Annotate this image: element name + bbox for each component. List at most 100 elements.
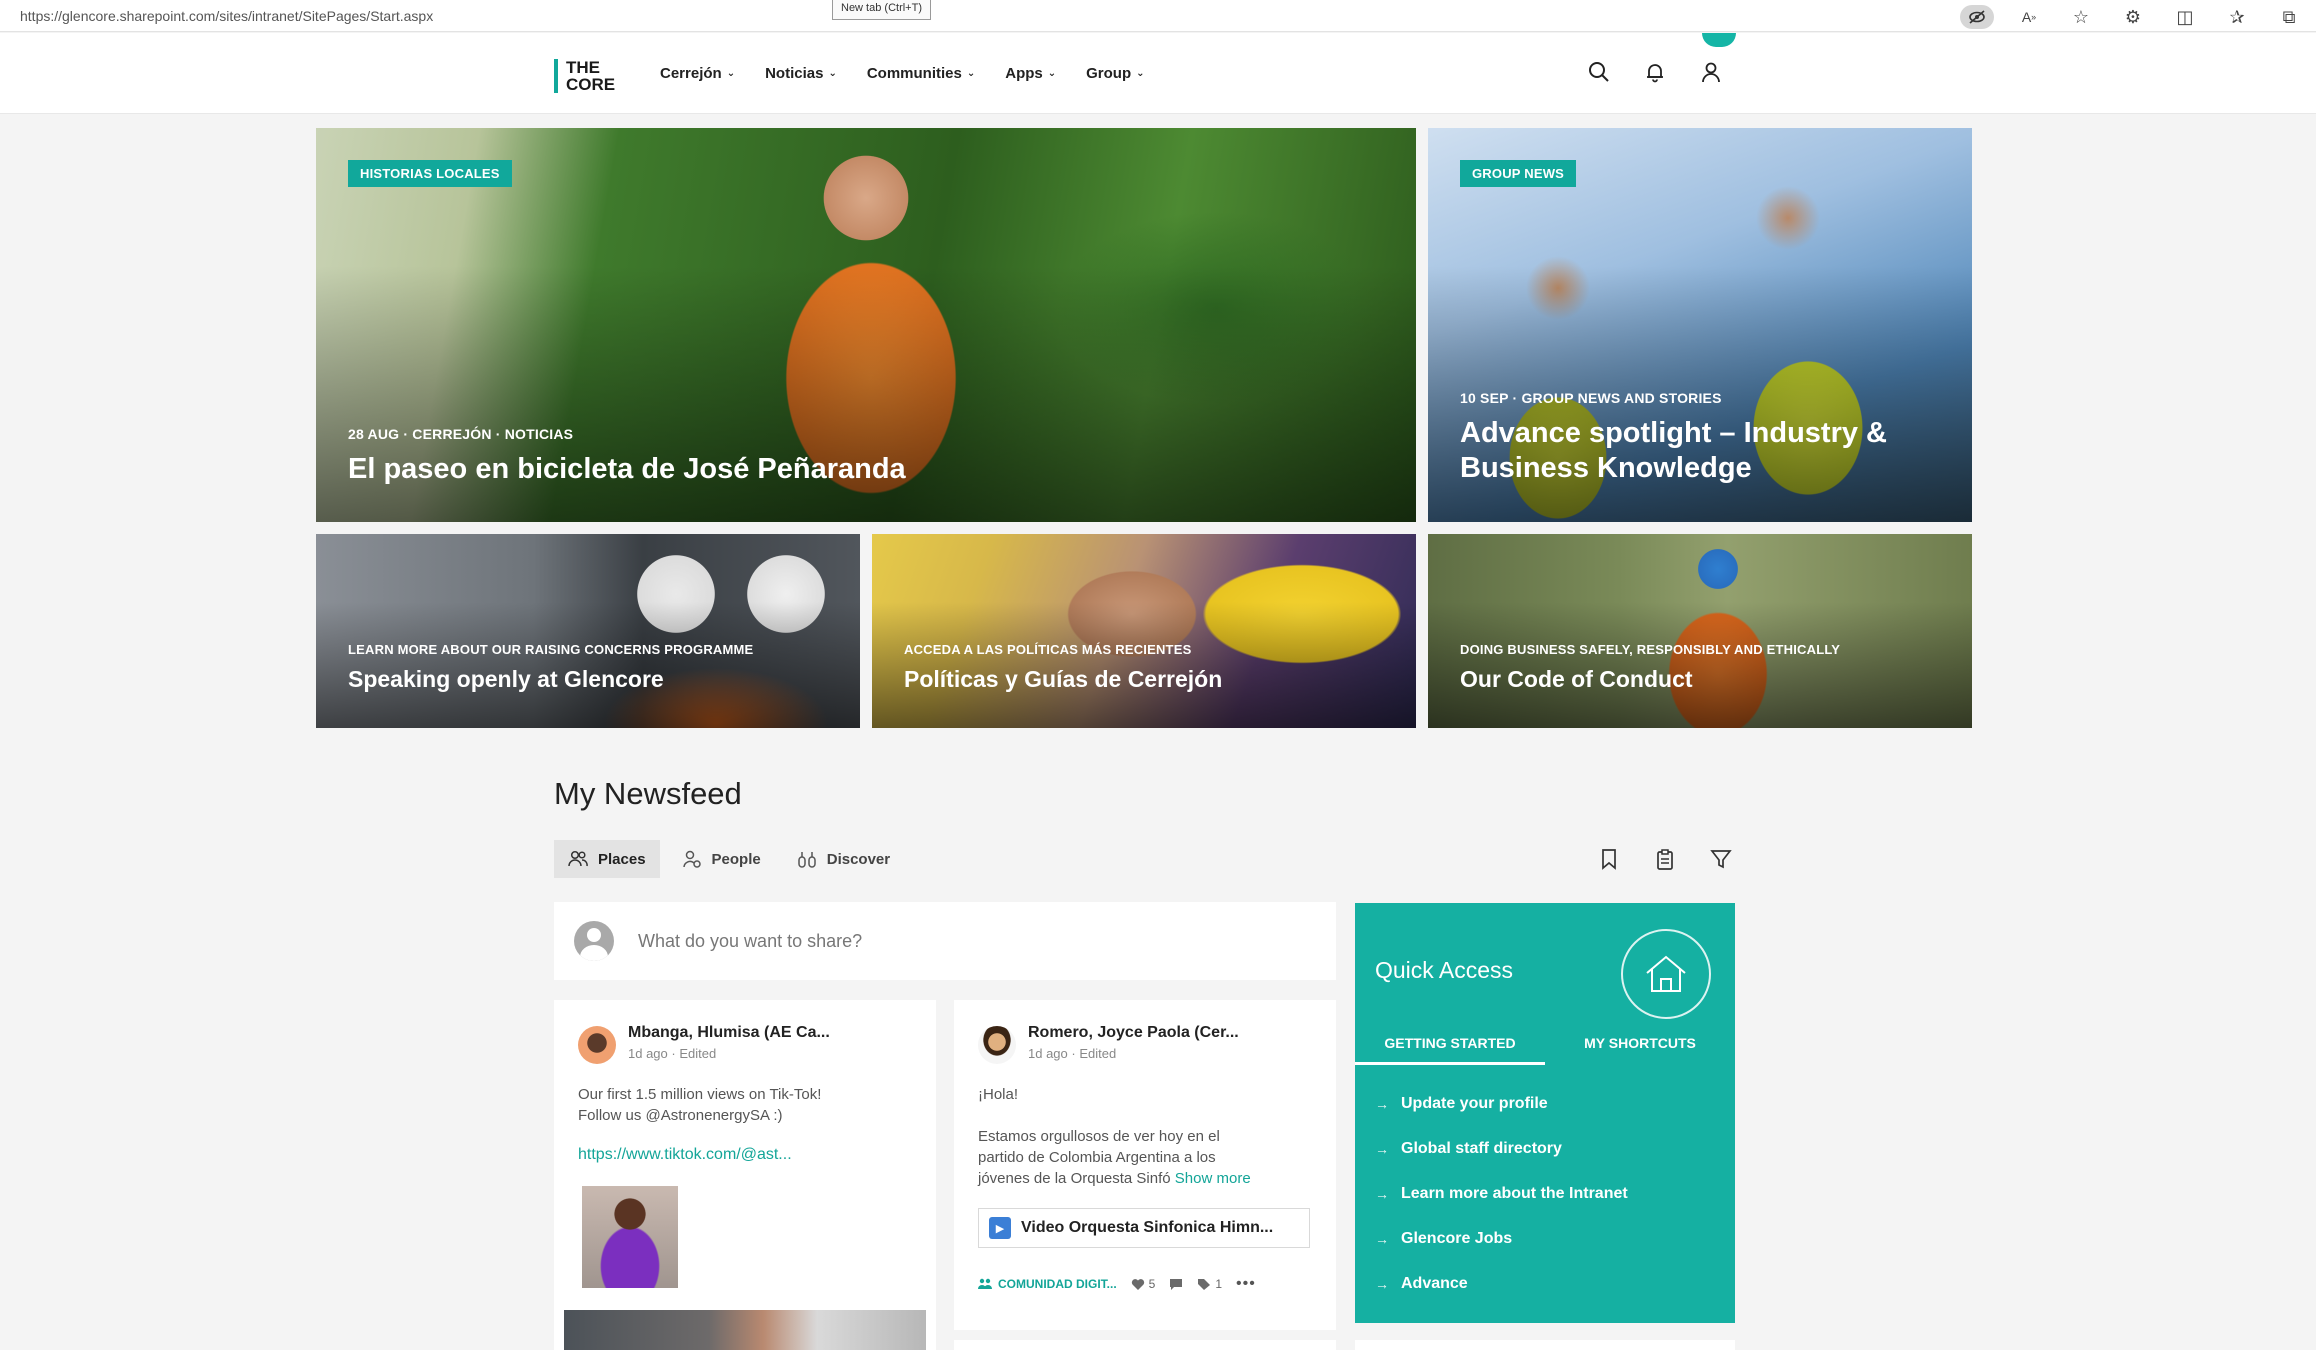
person-follow-icon xyxy=(682,850,701,868)
chevron-down-icon: ⌄ xyxy=(966,68,976,79)
hero-tile-advance-spotlight[interactable]: GROUP NEWS 10 SEP · GROUP NEWS AND STORI… xyxy=(1428,128,1972,522)
hero-tile-bicycle[interactable]: HISTORIAS LOCALES 28 AUG · CERREJÓN · NO… xyxy=(316,128,1416,522)
nav-label: Cerrejón xyxy=(660,65,722,82)
favorites-icon[interactable]: ✰ xyxy=(2220,5,2254,29)
chevron-down-icon: ⌄ xyxy=(1136,68,1145,79)
tile-title: Políticas y Guías de Cerrejón xyxy=(904,666,1223,692)
avatar xyxy=(574,921,614,961)
address-bar[interactable]: https://glencore.sharepoint.com/sites/in… xyxy=(20,8,433,24)
avatar[interactable] xyxy=(978,1026,1016,1064)
post-image[interactable] xyxy=(564,1310,926,1350)
category-badge[interactable]: HISTORIAS LOCALES xyxy=(348,160,512,187)
post-author[interactable]: Mbanga, Hlumisa (AE Ca... xyxy=(628,1024,830,1042)
split-screen-icon[interactable]: ◫ xyxy=(2168,5,2202,29)
header-actions xyxy=(1584,57,1726,87)
nav-communities[interactable]: Communities ⌄ xyxy=(867,65,975,82)
quick-access-panel: Quick Access GETTING STARTED MY SHORTCUT… xyxy=(1355,903,1735,1323)
tracking-prevention-icon[interactable] xyxy=(1960,5,1994,29)
nav-label: Noticias xyxy=(765,65,824,82)
arrow-right-icon: → xyxy=(1375,1230,1389,1247)
binoculars-icon xyxy=(797,852,816,868)
heart-icon xyxy=(1131,1278,1144,1290)
logo-line1: THE xyxy=(566,58,600,77)
nav-apps[interactable]: Apps ⌄ xyxy=(1005,65,1056,82)
user-icon[interactable] xyxy=(1696,57,1726,87)
clipboard-icon[interactable] xyxy=(1652,846,1678,872)
newsfeed-post xyxy=(954,1340,1336,1350)
post-text-line: Our first 1.5 million views on Tik-Tok! xyxy=(578,1086,822,1103)
tile-meta: LEARN MORE ABOUT OUR RAISING CONCERNS PR… xyxy=(348,642,754,657)
tile-speaking-openly[interactable]: LEARN MORE ABOUT OUR RAISING CONCERNS PR… xyxy=(316,534,860,728)
tab-discover[interactable]: Discover xyxy=(783,840,904,878)
tile-title: El paseo en bicicleta de José Peñaranda xyxy=(348,453,906,485)
people-icon xyxy=(978,1278,992,1289)
tile-meta: ACCEDA A LAS POLÍTICAS MÁS RECIENTES xyxy=(904,642,1192,657)
extensions-icon[interactable]: ⚙ xyxy=(2116,5,2150,29)
tile-code-of-conduct[interactable]: DOING BUSINESS SAFELY, RESPONSIBLY AND E… xyxy=(1428,534,1972,728)
quick-access-tabs: GETTING STARTED MY SHORTCUTS xyxy=(1355,1027,1735,1065)
tile-title: Advance spotlight – Industry & Business … xyxy=(1460,417,1887,484)
play-icon: ▶ xyxy=(989,1217,1011,1239)
browser-actions: A» ☆ ⚙ ◫ ✰ ⧉ xyxy=(1960,5,2306,29)
bell-icon[interactable] xyxy=(1640,57,1670,87)
logo-line2: CORE xyxy=(566,75,616,94)
tab-places[interactable]: Places xyxy=(554,840,660,878)
collections-icon[interactable]: ⧉ xyxy=(2272,5,2306,29)
share-input[interactable]: What do you want to share? xyxy=(638,931,862,952)
like-button[interactable]: 5 xyxy=(1131,1277,1155,1291)
tile-title: Our Code of Conduct xyxy=(1460,666,1693,692)
quick-link-staff-directory[interactable]: → Global staff directory xyxy=(1375,1126,1628,1171)
tab-label: Places xyxy=(598,850,646,868)
quick-link-update-profile[interactable]: → Update your profile xyxy=(1375,1081,1628,1126)
tab-my-shortcuts[interactable]: MY SHORTCUTS xyxy=(1545,1027,1735,1065)
community-name: COMUNIDAD DIGIT... xyxy=(998,1277,1117,1291)
favorite-star-icon[interactable]: ☆ xyxy=(2064,5,2098,29)
image-overlay xyxy=(1428,534,1972,728)
comment-button[interactable] xyxy=(1169,1278,1183,1291)
quick-access-links: → Update your profile → Global staff direc… xyxy=(1375,1081,1628,1306)
quick-link-label: Advance xyxy=(1401,1274,1468,1292)
read-aloud-icon[interactable]: A» xyxy=(2012,5,2046,29)
quick-access-title: Quick Access xyxy=(1375,957,1514,983)
share-composer[interactable]: What do you want to share? xyxy=(554,902,1336,980)
image-overlay xyxy=(872,534,1416,728)
avatar[interactable] xyxy=(578,1026,616,1064)
tag-button[interactable]: 1 xyxy=(1197,1277,1222,1291)
main-navigation: Cerrejón ⌄ Noticias ⌄ Communities ⌄ Apps ⌄ G… xyxy=(660,65,1145,82)
filter-icon[interactable] xyxy=(1708,846,1734,872)
widget-below xyxy=(1355,1340,1735,1350)
quick-link-jobs[interactable]: → Glencore Jobs xyxy=(1375,1216,1628,1261)
post-author[interactable]: Romero, Joyce Paola (Cer... xyxy=(1028,1024,1239,1042)
category-badge[interactable]: GROUP NEWS xyxy=(1460,160,1577,187)
community-link[interactable]: COMUNIDAD DIGIT... xyxy=(978,1277,1117,1291)
newsfeed-tools xyxy=(1596,846,1734,872)
quick-link-advance[interactable]: → Advance xyxy=(1375,1261,1628,1306)
bookmark-icon[interactable] xyxy=(1596,846,1622,872)
tab-label: People xyxy=(711,850,761,868)
chevron-down-icon: ⌄ xyxy=(828,68,837,79)
people-icon xyxy=(568,850,588,867)
tile-meta: 10 SEP · GROUP NEWS AND STORIES xyxy=(1460,390,1722,406)
newsfeed-post: Romero, Joyce Paola (Cer... 1d ago · Edi… xyxy=(954,1000,1336,1330)
post-timestamp: 1d ago · Edited xyxy=(1028,1046,1117,1061)
more-options-icon[interactable]: ••• xyxy=(1236,1275,1256,1293)
tile-politicas[interactable]: ACCEDA A LAS POLÍTICAS MÁS RECIENTES Pol… xyxy=(872,534,1416,728)
tab-getting-started[interactable]: GETTING STARTED xyxy=(1355,1027,1545,1065)
new-tab-tooltip: New tab (Ctrl+T) xyxy=(832,0,931,20)
nav-cerrejon[interactable]: Cerrejón ⌄ xyxy=(660,65,735,82)
tab-people[interactable]: People xyxy=(668,840,775,878)
nav-group[interactable]: Group ⌄ xyxy=(1086,65,1144,82)
video-attachment[interactable]: ▶ Video Orquesta Sinfonica Himn... xyxy=(978,1208,1310,1248)
post-image[interactable] xyxy=(582,1186,678,1288)
quick-link-learn-intranet[interactable]: → Learn more about the Intranet xyxy=(1375,1171,1628,1216)
quick-link-label: Learn more about the Intranet xyxy=(1401,1184,1628,1202)
post-link[interactable]: https://www.tiktok.com/@ast... xyxy=(578,1146,792,1164)
search-icon[interactable] xyxy=(1584,57,1614,87)
post-text-line: jóvenes de la Orquesta Sinfó xyxy=(978,1170,1171,1187)
attachment-title: Video Orquesta Sinfonica Himn... xyxy=(1021,1219,1274,1236)
show-more-link[interactable]: Show more xyxy=(1175,1170,1251,1187)
newsfeed-heading: My Newsfeed xyxy=(554,776,742,811)
nav-noticias[interactable]: Noticias ⌄ xyxy=(765,65,837,82)
post-actions: COMUNIDAD DIGIT... 5 1 ••• xyxy=(978,1275,1256,1293)
the-core-logo[interactable]: THE CORE xyxy=(554,59,615,93)
